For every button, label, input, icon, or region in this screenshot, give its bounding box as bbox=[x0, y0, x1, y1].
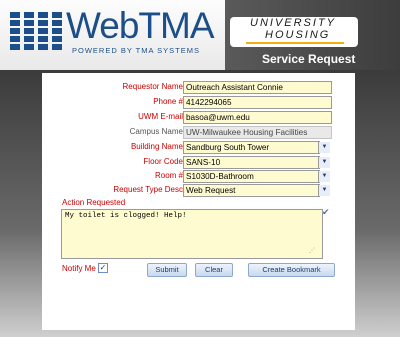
request-type-select[interactable]: Web Request bbox=[183, 184, 320, 197]
phone-input[interactable]: 4142294065 bbox=[183, 96, 332, 109]
room-select[interactable]: S1030D-Bathroom bbox=[183, 170, 320, 183]
action-requested-textarea[interactable]: My toilet is clogged! Help! bbox=[61, 209, 323, 259]
notify-me-checkbox[interactable]: ✓ bbox=[98, 263, 108, 273]
brand-name: WebTMA bbox=[66, 5, 215, 46]
request-type-label: Request Type Desc bbox=[113, 185, 183, 194]
room-label: Room # bbox=[154, 171, 183, 180]
chevron-down-icon[interactable]: ▼ bbox=[318, 171, 330, 182]
building-label: Building Name bbox=[130, 142, 183, 151]
campus-label: Campus Name bbox=[129, 127, 183, 136]
chevron-down-icon[interactable]: ▼ bbox=[318, 185, 330, 196]
partner-logo-underline bbox=[246, 42, 344, 44]
phone-label: Phone # bbox=[153, 97, 183, 106]
spellcheck-icon[interactable]: ✔ bbox=[322, 207, 336, 219]
chevron-down-icon[interactable]: ▼ bbox=[318, 142, 330, 153]
clear-button[interactable]: Clear bbox=[195, 263, 233, 277]
campus-field: UW-Milwaukee Housing Facilities bbox=[183, 126, 332, 139]
building-select[interactable]: Sandburg South Tower bbox=[183, 141, 320, 154]
resize-grip-icon[interactable]: ⋰ bbox=[309, 247, 317, 255]
requestor-name-input[interactable]: Outreach Assistant Connie bbox=[183, 81, 332, 94]
floor-select[interactable]: SANS-10 bbox=[183, 156, 320, 169]
requestor-name-label: Requestor Name bbox=[122, 82, 183, 91]
email-input[interactable]: basoa@uwm.edu bbox=[183, 111, 332, 124]
floor-label: Floor Code bbox=[143, 157, 183, 166]
partner-logo-line1: UNIVERSITY bbox=[250, 17, 337, 29]
brand-tagline: POWERED BY TMA SYSTEMS bbox=[72, 46, 200, 55]
page-title: Service Request bbox=[262, 52, 356, 66]
partner-logo-line2: HOUSING bbox=[265, 29, 331, 41]
chevron-down-icon[interactable]: ▼ bbox=[318, 157, 330, 168]
action-requested-label: Action Requested bbox=[62, 198, 126, 207]
email-label: UWM E-mail bbox=[138, 112, 183, 121]
notify-me-label: Notify Me bbox=[62, 264, 96, 273]
create-bookmark-button[interactable]: Create Bookmark bbox=[248, 263, 335, 277]
webtma-logo-icon bbox=[10, 12, 62, 50]
submit-button[interactable]: Submit bbox=[147, 263, 187, 277]
